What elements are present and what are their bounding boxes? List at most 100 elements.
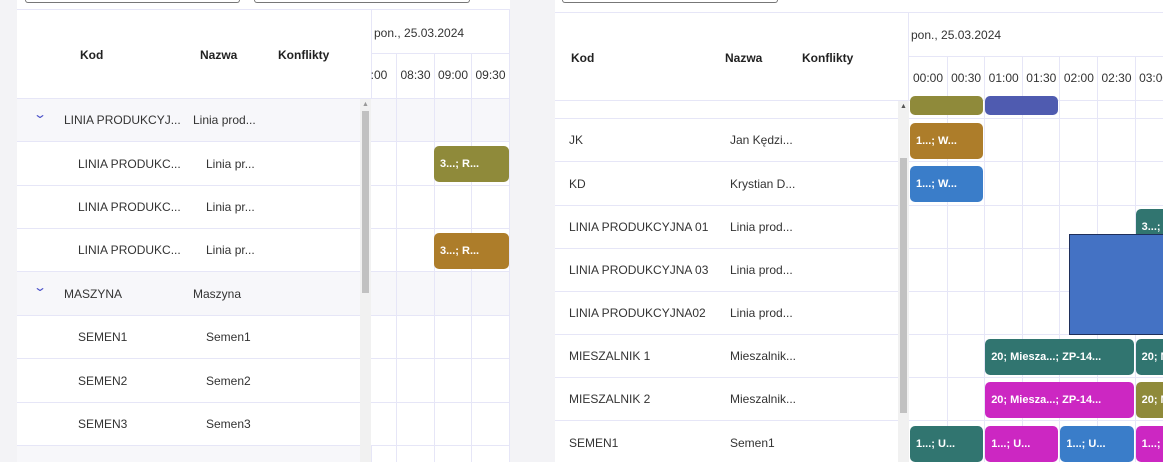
scrollbar-thumb[interactable] (900, 158, 907, 413)
row-nazwa: Linia pr... (206, 200, 255, 214)
time-slot: 00:00 (912, 71, 944, 85)
row-nazwa: Semen3 (206, 417, 251, 431)
row-nazwa: Linia pr... (206, 243, 255, 257)
table-row[interactable]: LINIA PRODUKCYJNA 01 Linia prod... (555, 206, 898, 249)
timeline-row (371, 403, 510, 446)
event-bar[interactable]: 1...; U... (910, 426, 984, 462)
row-nazwa: Linia prod... (730, 220, 793, 234)
event-bar[interactable]: 3...; R... (434, 146, 509, 182)
timeline-row (371, 272, 510, 316)
table-row[interactable] (17, 446, 360, 462)
table-row[interactable]: KD Krystian D... (555, 162, 898, 206)
time-slot: 08:30 (396, 53, 434, 98)
event-bar[interactable]: 1...; W... (910, 166, 984, 202)
event-bar[interactable]: 1...; (1135, 426, 1163, 462)
row-kod: LINIA PRODUKCYJNA 01 (569, 220, 709, 234)
table-row[interactable]: ⌄ MASZYNA Maszyna (17, 272, 360, 316)
row-kod: LINIA PRODUKCYJNA 03 (569, 263, 709, 277)
row-kod: SEMEN2 (78, 373, 128, 388)
event-bar[interactable]: 1...; U... (1060, 426, 1134, 462)
row-nazwa: Krystian D... (730, 176, 796, 191)
scrollbar-thumb[interactable] (362, 111, 369, 293)
left-scheduler-panel: Kod Nazwa Konflikty pon., 25.03.2024 :00… (17, 0, 510, 462)
event-bar[interactable]: 1...; W... (910, 123, 984, 159)
event-bar[interactable] (985, 96, 1059, 115)
row-kod: LINIA PRODUKCYJ... (64, 113, 181, 127)
table-row[interactable]: SEMEN1 Semen1 (555, 421, 898, 462)
row-nazwa: Linia prod... (730, 263, 793, 277)
row-nazwa: Semen2 (206, 373, 251, 388)
row-kod: SEMEN3 (78, 417, 128, 431)
timeline-row (371, 316, 510, 359)
timeline-row (371, 99, 510, 142)
col-header-nazwa[interactable]: Nazwa (725, 51, 762, 65)
left-filter-input-2[interactable] (254, 0, 470, 3)
col-header-konflikty[interactable]: Konflikty (802, 51, 853, 65)
event-bar[interactable]: 20; M (1135, 339, 1163, 375)
table-row[interactable]: LINIA PRODUKCYJNA02 Linia prod... (555, 292, 898, 335)
scroll-up-arrow-icon[interactable]: ▲ (362, 101, 369, 108)
table-row[interactable]: MIESZALNIK 1 Mieszalnik... (555, 335, 898, 378)
row-kod: LINIA PRODUKC... (78, 243, 181, 257)
table-row[interactable]: SEMEN2 Semen2 (17, 359, 360, 403)
right-scheduler-panel: Kod Nazwa Konflikty pon., 25.03.2024 00:… (555, 0, 1163, 462)
table-row[interactable]: LINIA PRODUKC... Linia pr... (17, 142, 360, 186)
col-header-nazwa[interactable]: Nazwa (200, 48, 237, 62)
right-filter-input[interactable] (562, 0, 778, 3)
time-slot: 09:30 (471, 53, 509, 98)
right-scrollbar[interactable]: ▲ (898, 101, 909, 462)
row-nazwa: Mieszalnik... (730, 392, 797, 406)
row-kod: SEMEN1 (78, 330, 128, 344)
row-nazwa: Semen1 (730, 435, 775, 450)
table-row[interactable]: MIESZALNIK 2 Mieszalnik... (555, 378, 898, 421)
scroll-up-arrow-icon[interactable]: ▲ (900, 103, 907, 110)
row-kod: MIESZALNIK 1 (569, 349, 651, 363)
col-header-kod[interactable]: Kod (80, 48, 103, 62)
table-row[interactable]: LINIA PRODUKCYJNA 03 Linia prod... (555, 249, 898, 292)
time-slot: :00 (370, 68, 388, 82)
row-nazwa: Semen1 (206, 330, 251, 344)
timeline-date: pon., 25.03.2024 (374, 26, 465, 40)
row-nazwa: Linia prod... (730, 306, 793, 320)
time-slot: 01:30 (1021, 56, 1060, 101)
event-bar[interactable]: 1...; U... (985, 426, 1059, 462)
row-nazwa: Mieszalnik... (730, 349, 797, 363)
row-kod: SEMEN1 (569, 435, 619, 450)
row-nazwa: Linia prod... (193, 113, 256, 127)
time-slot: 09:00 (434, 53, 471, 98)
table-row[interactable]: LINIA PRODUKC... Linia pr... (17, 186, 360, 229)
row-kod: LINIA PRODUKCYJNA02 (569, 306, 706, 320)
timeline-date: pon., 25.03.2024 (911, 28, 1002, 42)
left-scrollbar[interactable]: ▲ (360, 99, 371, 462)
row-kod: JK (569, 133, 584, 147)
time-slot: 02:30 (1097, 56, 1135, 101)
table-row[interactable]: SEMEN3 Semen3 (17, 403, 360, 446)
chevron-down-icon[interactable]: ⌄ (33, 280, 47, 294)
left-filter-input[interactable] (25, 0, 240, 3)
time-slot: 00:30 (946, 56, 985, 101)
table-row[interactable] (555, 100, 898, 119)
row-kod: MASZYNA (64, 286, 123, 301)
timeline-row (371, 359, 510, 403)
time-slot: 01:00 (984, 56, 1022, 101)
timeline-row (371, 186, 510, 229)
row-kod: MIESZALNIK 2 (569, 392, 651, 406)
row-nazwa: Jan Kędzi... (730, 133, 793, 147)
table-row[interactable]: JK Jan Kędzi... (555, 119, 898, 162)
table-row[interactable]: LINIA PRODUKC... Linia pr... (17, 229, 360, 272)
event-bar[interactable]: 20; Miesza...; ZP-14... (985, 382, 1134, 418)
event-bar[interactable]: 20; Miesza...; ZP-14... (985, 339, 1134, 375)
chevron-down-icon[interactable]: ⌄ (33, 107, 47, 121)
event-bar[interactable]: 3...; R... (434, 233, 509, 269)
event-bar[interactable] (910, 96, 984, 115)
row-nazwa: Linia pr... (206, 156, 255, 171)
row-kod: LINIA PRODUKC... (78, 200, 181, 214)
row-nazwa: Maszyna (193, 286, 242, 301)
time-slot: 02:00 (1059, 56, 1097, 101)
table-row[interactable]: ⌄ LINIA PRODUKCYJ... Linia prod... (17, 99, 360, 142)
col-header-kod[interactable]: Kod (571, 51, 594, 65)
table-row[interactable]: SEMEN1 Semen1 (17, 316, 360, 359)
event-bar[interactable]: 20; M (1135, 382, 1163, 418)
col-header-konflikty[interactable]: Konflikty (278, 48, 329, 62)
time-slot: 03:00 (1134, 56, 1163, 101)
